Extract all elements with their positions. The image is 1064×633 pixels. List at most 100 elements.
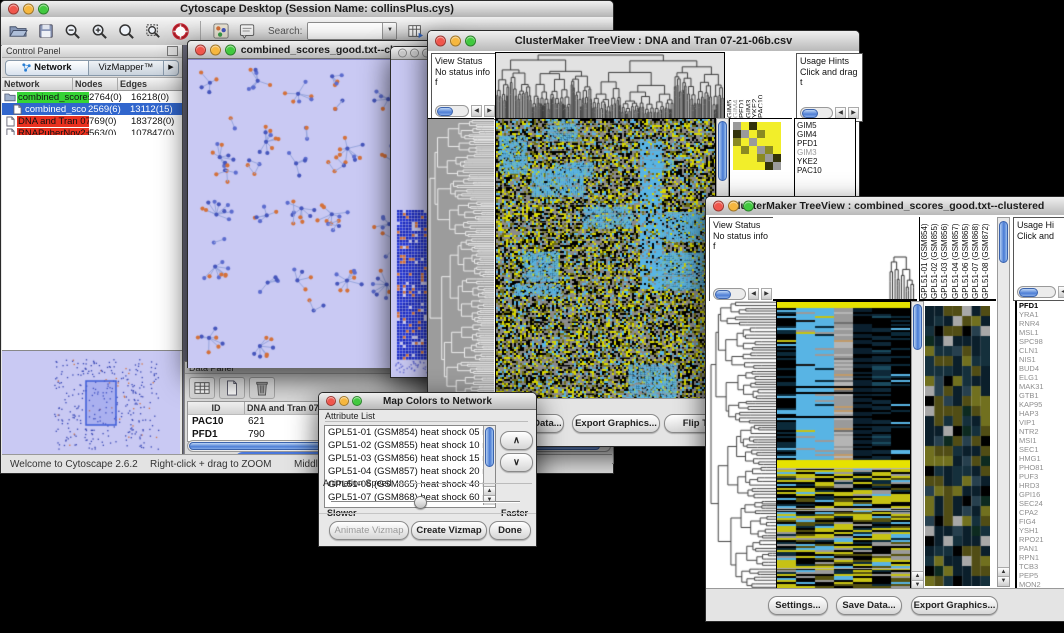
matrix-cell[interactable] [733, 130, 741, 138]
column-header-edges[interactable]: Edges [118, 78, 182, 90]
minimize-icon[interactable] [450, 36, 461, 47]
column-header-nodes[interactable]: Nodes [73, 78, 118, 90]
matrix-cell[interactable] [749, 130, 757, 138]
table-icon[interactable] [189, 377, 215, 399]
zoom-window-icon[interactable] [743, 201, 754, 212]
matrix-cell[interactable] [733, 122, 741, 130]
network-list-item[interactable]: combined_sco2569(6)13112(15) [2, 103, 182, 115]
treeview1-titlebar[interactable]: ClusterMaker TreeView : DNA and Tran 07-… [428, 31, 859, 52]
matrix-cell[interactable] [741, 146, 749, 154]
treeview2-titlebar[interactable]: ClusterMaker TreeView : combined_scores_… [706, 197, 1064, 216]
matrix-cell[interactable] [749, 138, 757, 146]
scroll-right-icon[interactable]: ▶ [761, 288, 772, 300]
minimize-icon[interactable] [23, 4, 34, 15]
zoom-in-icon[interactable] [87, 20, 112, 42]
matrix-cell[interactable] [733, 138, 741, 146]
matrix-cell[interactable] [733, 162, 741, 170]
move-down-button[interactable]: ∨ [500, 453, 533, 472]
import-table-icon[interactable] [403, 20, 428, 42]
matrix-cell[interactable] [733, 154, 741, 162]
heatmap-vscrollbar[interactable]: ▲ ▼ [911, 301, 924, 591]
scroll-thumb[interactable] [999, 221, 1008, 263]
mini-scrollbar[interactable]: ◀ ▶ [435, 105, 495, 117]
matrix-cell[interactable] [765, 138, 773, 146]
tab-network[interactable]: Network [5, 60, 89, 76]
expression-heatmap[interactable] [776, 301, 911, 591]
chevron-down-icon[interactable]: ▼ [382, 23, 396, 39]
row-dendrogram[interactable] [428, 118, 494, 399]
matrix-cell[interactable] [773, 122, 781, 130]
zoom-selected-icon[interactable] [114, 20, 139, 42]
close-icon[interactable] [326, 396, 336, 406]
close-icon[interactable] [713, 201, 724, 212]
matrix-cell[interactable] [765, 122, 773, 130]
matrix-cell[interactable] [765, 146, 773, 154]
help-icon[interactable] [168, 20, 193, 42]
animate-vizmapbutton[interactable]: Animate Vizmap [329, 521, 409, 540]
minimize-icon[interactable] [210, 44, 221, 55]
scroll-down-icon[interactable]: ▼ [998, 576, 1009, 586]
network-list-item[interactable]: combined_scores2764(0)16218(0) [2, 91, 182, 103]
network-list-item[interactable]: DNA and Tran 07769(0)183728(0) [2, 115, 182, 127]
column-dendrogram[interactable] [495, 52, 725, 119]
minimize-icon[interactable] [728, 201, 739, 212]
matrix-cell[interactable] [773, 138, 781, 146]
close-icon[interactable] [398, 49, 407, 58]
delete-attribute-icon[interactable] [249, 377, 275, 399]
new-attribute-icon[interactable] [219, 377, 245, 399]
matrix-cell[interactable] [773, 146, 781, 154]
mini-scrollbar[interactable]: ◀ [1017, 286, 1064, 298]
matrix-cell[interactable] [757, 154, 765, 162]
attribute-list-item[interactable]: GPL51-04 (GSM857) heat shock 20 min [325, 465, 495, 478]
close-icon[interactable] [8, 4, 19, 15]
save-icon[interactable] [33, 20, 58, 42]
matrix-cell[interactable] [741, 130, 749, 138]
row-dendrogram[interactable] [709, 301, 776, 589]
scroll-left-icon[interactable]: ◀ [1058, 286, 1064, 298]
matrix-cell[interactable] [773, 162, 781, 170]
move-up-button[interactable]: ∧ [500, 431, 533, 450]
annotation-icon[interactable] [235, 20, 260, 42]
similarity-matrix[interactable] [733, 122, 781, 170]
column-header-network[interactable]: Network [2, 78, 73, 90]
close-icon[interactable] [195, 44, 206, 55]
birdseye-view[interactable] [2, 351, 180, 457]
minimize-icon[interactable] [410, 49, 419, 58]
attribute-list-item[interactable]: GPL51-01 (GSM854) heat shock 05 min [325, 426, 495, 439]
matrix-cell[interactable] [749, 146, 757, 154]
close-icon[interactable] [435, 36, 446, 47]
slider-thumb[interactable] [414, 496, 427, 509]
donebutton[interactable]: Done [489, 521, 531, 540]
main-titlebar[interactable]: Cytoscape Desktop (Session Name: collins… [1, 1, 613, 18]
birdseye-canvas[interactable] [2, 351, 180, 457]
attribute-list-item[interactable]: GPL51-03 (GSM856) heat shock 15 min [325, 452, 495, 465]
matrix-cell[interactable] [741, 138, 749, 146]
data-column-id[interactable]: ID [188, 402, 245, 414]
zoom-window-icon[interactable] [465, 36, 476, 47]
search-combobox[interactable]: ▼ [307, 22, 397, 40]
scroll-left-icon[interactable]: ◀ [748, 288, 759, 300]
scroll-thumb[interactable] [437, 107, 453, 116]
scroll-left-icon[interactable]: ◀ [471, 105, 482, 117]
window-controls[interactable] [8, 4, 49, 15]
zoom-out-icon[interactable] [60, 20, 85, 42]
matrix-cell[interactable] [741, 122, 749, 130]
zoom-window-icon[interactable] [352, 396, 362, 406]
minimize-icon[interactable] [339, 396, 349, 406]
scroll-thumb[interactable] [715, 290, 731, 299]
matrix-cell[interactable] [757, 122, 765, 130]
scroll-thumb[interactable] [485, 427, 494, 467]
zoom-fit-icon[interactable] [141, 20, 166, 42]
scroll-thumb[interactable] [913, 304, 922, 350]
speed-slider[interactable] [331, 496, 520, 508]
matrix-cell[interactable] [757, 138, 765, 146]
attribute-list-item[interactable]: GPL51-02 (GSM855) heat shock 10 min [325, 439, 495, 452]
export-graphics-button[interactable]: Export Graphics... [572, 414, 660, 433]
genelist-vscrollbar[interactable]: ▲ ▼ [997, 217, 1010, 587]
dialog-titlebar[interactable]: Map Colors to Network [319, 393, 536, 410]
matrix-cell[interactable] [749, 154, 757, 162]
matrix-cell[interactable] [741, 154, 749, 162]
scroll-thumb[interactable] [1019, 288, 1038, 297]
scroll-thumb[interactable] [718, 121, 727, 181]
matrix-cell[interactable] [741, 162, 749, 170]
